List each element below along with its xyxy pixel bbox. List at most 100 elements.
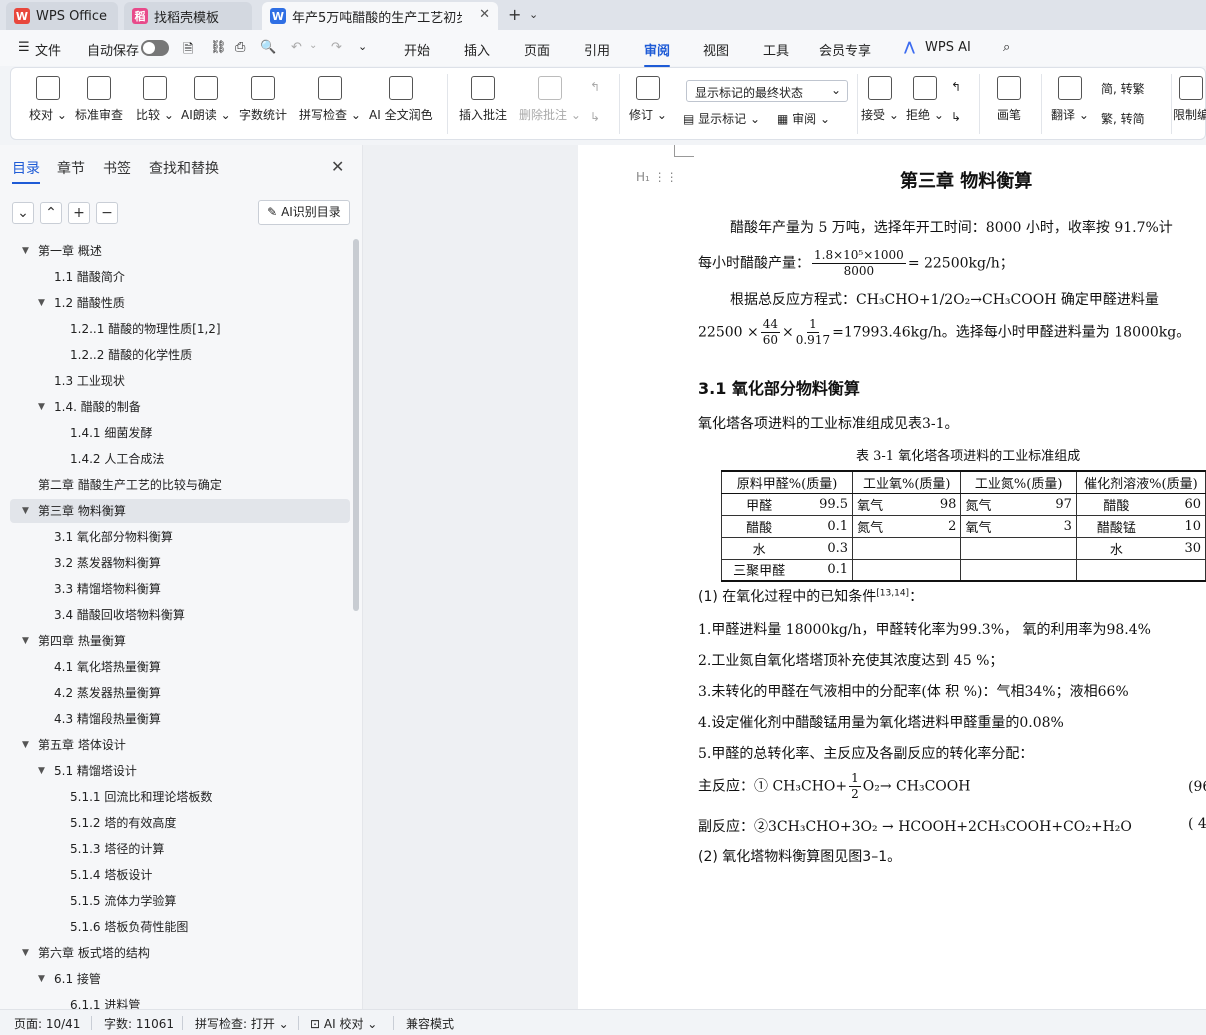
- toc-item[interactable]: 3.1 氧化部分物料衡算: [10, 525, 350, 549]
- toc-item[interactable]: 1.3 工业现状: [10, 369, 350, 393]
- toc-item[interactable]: 5.1.4 塔板设计: [10, 863, 350, 887]
- document-page[interactable]: H₁ ⋮⋮ 第三章 物料衡算 醋酸年产量为 5 万吨，选择年开工时间：8000 …: [578, 145, 1206, 1009]
- collapse-all-icon[interactable]: ⌄: [12, 202, 34, 224]
- next-comment-icon[interactable]: ↳: [590, 110, 600, 124]
- toc-item[interactable]: 1.4.1 细菌发酵: [10, 421, 350, 445]
- toc-item[interactable]: 1.2..2 醋酸的化学性质: [10, 343, 350, 367]
- toc-item[interactable]: 4.3 精馏段热量衡算: [10, 707, 350, 731]
- expand-arrow-icon[interactable]: ▼: [38, 291, 45, 315]
- page-indicator[interactable]: 页面: 10/41: [14, 1015, 80, 1032]
- toc-item[interactable]: ▼ 第四章 热量衡算: [10, 629, 350, 653]
- toc-item[interactable]: 1.4.2 人工合成法: [10, 447, 350, 471]
- toc-item[interactable]: 3.4 醋酸回收塔物料衡算: [10, 603, 350, 627]
- proof-button[interactable]: 校对 ⌄: [29, 76, 67, 123]
- toc-item[interactable]: 3.3 精馏塔物料衡算: [10, 577, 350, 601]
- ai-toc-button[interactable]: ✎ AI识别目录: [258, 200, 350, 225]
- std-review-button[interactable]: 标准审查: [75, 76, 123, 123]
- ai-read-button[interactable]: AI朗读 ⌄: [181, 76, 231, 123]
- new-tab-icon[interactable]: +: [508, 5, 521, 24]
- expand-arrow-icon[interactable]: ▼: [38, 967, 45, 991]
- tab-chapters[interactable]: 章节: [57, 158, 85, 178]
- menu-member[interactable]: 会员专享: [819, 40, 871, 59]
- revise-button[interactable]: 修订 ⌄: [629, 76, 667, 123]
- tab-document[interactable]: W 年产5万吨醋酸的生产工艺初步 ✕: [262, 2, 498, 30]
- toc-item[interactable]: ▼ 1.4. 醋酸的制备: [10, 395, 350, 419]
- search-icon[interactable]: ⌕: [1003, 40, 1010, 55]
- ai-proof-status[interactable]: ⊡ AI 校对 ⌄: [310, 1015, 377, 1032]
- toc-scrollbar[interactable]: [353, 239, 359, 611]
- hamburger-icon[interactable]: ☰: [18, 40, 30, 55]
- remove-heading-icon[interactable]: −: [96, 202, 118, 224]
- next-change-icon[interactable]: ↳: [951, 110, 961, 124]
- pen-button[interactable]: 画笔: [997, 76, 1021, 123]
- expand-arrow-icon[interactable]: ▼: [22, 499, 29, 523]
- expand-arrow-icon[interactable]: ▼: [22, 733, 29, 757]
- spell-check-button[interactable]: 拼写检查 ⌄: [299, 76, 361, 123]
- add-heading-icon[interactable]: +: [68, 202, 90, 224]
- expand-arrow-icon[interactable]: ▼: [22, 629, 29, 653]
- to-traditional-button[interactable]: 简, 转繁: [1101, 80, 1145, 97]
- menu-references[interactable]: 引用: [584, 40, 610, 59]
- tab-find-replace[interactable]: 查找和替换: [149, 158, 219, 178]
- ai-polish-button[interactable]: AI 全文润色: [369, 76, 433, 123]
- undo-icon[interactable]: ↶: [291, 40, 302, 55]
- expand-arrow-icon[interactable]: ▼: [38, 395, 45, 419]
- toc-item[interactable]: 第二章 醋酸生产工艺的比较与确定: [10, 473, 350, 497]
- redo-icon[interactable]: ↷: [331, 40, 342, 55]
- toc-item[interactable]: ▼ 6.1 接管: [10, 967, 350, 991]
- menu-wps-ai[interactable]: WPS AI: [925, 40, 971, 55]
- reject-button[interactable]: 拒绝 ⌄: [906, 76, 944, 123]
- toc-item[interactable]: 1.1 醋酸简介: [10, 265, 350, 289]
- toc-item[interactable]: ▼ 第一章 概述: [10, 239, 350, 263]
- expand-arrow-icon[interactable]: ▼: [22, 239, 29, 263]
- delete-comment-button[interactable]: 删除批注 ⌄: [519, 76, 581, 123]
- print-icon[interactable]: ⎙: [235, 40, 245, 55]
- toc-item[interactable]: 4.1 氧化塔热量衡算: [10, 655, 350, 679]
- close-icon[interactable]: ✕: [331, 157, 344, 176]
- menu-view[interactable]: 视图: [703, 40, 729, 59]
- insert-comment-button[interactable]: 插入批注: [459, 76, 507, 123]
- toc-item[interactable]: 1.2..1 醋酸的物理性质[1,2]: [10, 317, 350, 341]
- autosave-toggle[interactable]: [141, 40, 169, 56]
- close-tab-icon[interactable]: ✕: [479, 7, 490, 22]
- tab-bookmarks[interactable]: 书签: [103, 158, 131, 178]
- menu-page[interactable]: 页面: [524, 40, 550, 59]
- to-simplified-button[interactable]: 繁, 转简: [1101, 110, 1145, 127]
- menu-home[interactable]: 开始: [404, 40, 430, 59]
- toc-item[interactable]: 3.2 蒸发器物料衡算: [10, 551, 350, 575]
- toc-item[interactable]: 5.1.6 塔板负荷性能图: [10, 915, 350, 939]
- menu-insert[interactable]: 插入: [464, 40, 490, 59]
- toc-item[interactable]: ▼ 1.2 醋酸性质: [10, 291, 350, 315]
- expand-arrow-icon[interactable]: ▼: [22, 941, 29, 965]
- print-preview-icon[interactable]: 🔍: [260, 40, 276, 55]
- toc-item[interactable]: ▼ 5.1 精馏塔设计: [10, 759, 350, 783]
- expand-arrow-icon[interactable]: ▼: [38, 759, 45, 783]
- translate-button[interactable]: 翻译 ⌄: [1051, 76, 1089, 123]
- toc-item[interactable]: 5.1.2 塔的有效高度: [10, 811, 350, 835]
- tab-wps-office[interactable]: W WPS Office: [6, 2, 118, 30]
- toc-item[interactable]: ▼ 第三章 物料衡算: [10, 499, 350, 523]
- word-count[interactable]: 字数: 11061: [104, 1015, 174, 1032]
- toc-item[interactable]: 5.1.5 流体力学验算: [10, 889, 350, 913]
- show-markup-button[interactable]: ▤ 显示标记 ⌄: [683, 110, 760, 127]
- spell-check-status[interactable]: 拼写检查: 打开 ⌄: [195, 1015, 289, 1032]
- toc-item[interactable]: ▼ 第六章 板式塔的结构: [10, 941, 350, 965]
- heading-style-icon[interactable]: H₁ ⋮⋮: [636, 170, 678, 184]
- toc-item[interactable]: 5.1.3 塔径的计算: [10, 837, 350, 861]
- restrict-edit-button[interactable]: 限制编: [1173, 76, 1206, 123]
- menu-tools[interactable]: 工具: [763, 40, 789, 59]
- toc-item[interactable]: 5.1.1 回流比和理论塔板数: [10, 785, 350, 809]
- save-icon[interactable]: 🗎: [183, 40, 193, 62]
- tab-template[interactable]: 稻 找稻壳模板: [124, 2, 252, 30]
- word-count-button[interactable]: 字数统计: [239, 76, 287, 123]
- toc-item[interactable]: ▼ 第五章 塔体设计: [10, 733, 350, 757]
- prev-comment-icon[interactable]: ↰: [590, 80, 600, 94]
- compare-button[interactable]: 比较 ⌄: [136, 76, 174, 123]
- tab-list-chevron-icon[interactable]: ⌄: [529, 8, 538, 21]
- toc-item[interactable]: 6.1.1 进料管: [10, 993, 350, 1009]
- menu-review[interactable]: 审阅: [644, 40, 671, 67]
- toc-item[interactable]: 4.2 蒸发器热量衡算: [10, 681, 350, 705]
- review-pane-button[interactable]: ▦ 审阅 ⌄: [777, 110, 830, 127]
- accept-button[interactable]: 接受 ⌄: [861, 76, 899, 123]
- file-menu[interactable]: 文件: [35, 40, 61, 59]
